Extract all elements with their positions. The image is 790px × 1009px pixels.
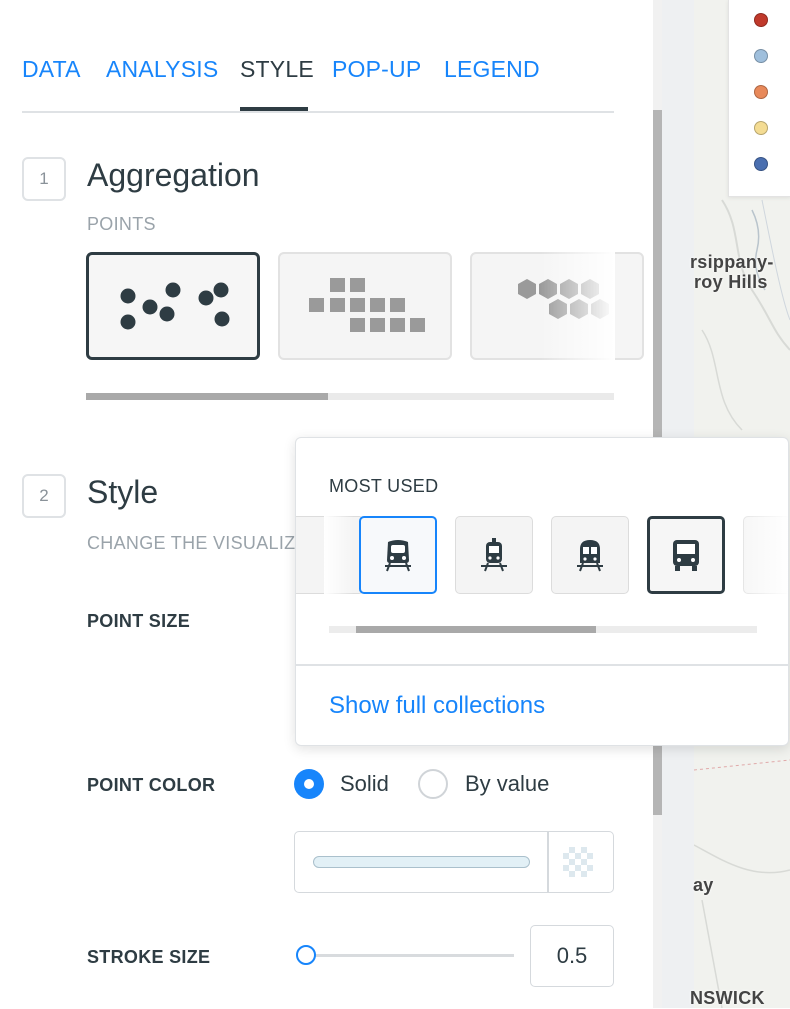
icon-option-tram[interactable]: [455, 516, 533, 594]
popup-scroll-fade-right: [726, 510, 788, 600]
color-field-divider: [547, 832, 549, 892]
stroke-size-label: STROKE SIZE: [87, 947, 211, 967]
stroke-size-slider-track[interactable]: [306, 954, 514, 957]
section-title-aggregation: Aggregation: [87, 157, 260, 193]
icon-option-metro[interactable]: [551, 516, 629, 594]
section-subtitle-style: CHANGE THE VISUALIZ: [87, 533, 296, 553]
active-tab-indicator: [240, 107, 308, 111]
color-by-value-label: By value: [465, 771, 550, 796]
legend-dot-blue: [754, 157, 768, 171]
metro-icon: [577, 540, 603, 572]
map-label-troy-hills: roy Hills: [694, 272, 768, 292]
legend-dot-yellow: [754, 121, 768, 135]
bus-icon: [673, 540, 699, 571]
legend-dot-red: [754, 13, 768, 27]
map-label-ay: ay: [693, 875, 714, 895]
squares-grid-icon: [309, 278, 425, 332]
popup-divider: [296, 664, 788, 666]
map-label-brunswick: NSWICK: [690, 988, 765, 1008]
tab-bar: DATA ANALYSIS STYLE POP-UP LEGEND: [22, 0, 614, 113]
legend-dot-orange: [754, 85, 768, 99]
aggregation-points-option[interactable]: [86, 252, 260, 360]
section-title-style: Style: [87, 474, 159, 510]
transparency-pattern-icon[interactable]: [563, 845, 597, 879]
step-number-2: 2: [22, 474, 66, 518]
point-color-label: POINT COLOR: [87, 775, 216, 795]
stroke-size-input[interactable]: 0.5: [530, 925, 614, 987]
legend-dot-lightblue: [754, 49, 768, 63]
map-label-parsippany: rsippany-: [690, 252, 774, 272]
aggregation-scroll-thumb[interactable]: [86, 393, 328, 400]
step-number-1: 1: [22, 157, 66, 201]
tab-data[interactable]: DATA: [22, 56, 81, 83]
color-swatch[interactable]: [313, 856, 530, 868]
marker-icon-popup: MOST USED Show full collections: [295, 437, 789, 746]
icon-option-train[interactable]: [359, 516, 437, 594]
show-full-collections-link[interactable]: Show full collections: [329, 692, 545, 720]
stroke-size-slider-handle[interactable]: [296, 945, 316, 965]
popup-scroll-thumb[interactable]: [356, 626, 596, 633]
tram-icon: [481, 538, 507, 572]
icon-option-bus[interactable]: [647, 516, 725, 594]
points-icon: [120, 282, 230, 330]
train-front-icon: [385, 540, 411, 572]
tab-style[interactable]: STYLE: [240, 56, 314, 83]
point-size-label: POINT SIZE: [87, 611, 191, 631]
popup-title-most-used: MOST USED: [329, 476, 439, 496]
color-solid-label: Solid: [340, 771, 389, 796]
aggregation-scroll-fade: [540, 245, 615, 365]
tab-legend[interactable]: LEGEND: [444, 56, 540, 83]
tab-popup[interactable]: POP-UP: [332, 56, 421, 83]
popup-scroll-fade-left: [324, 510, 354, 600]
color-solid-radio[interactable]: [294, 769, 324, 799]
color-by-value-radio[interactable]: [418, 769, 448, 799]
tab-analysis[interactable]: ANALYSIS: [106, 56, 218, 83]
aggregation-squares-option[interactable]: [278, 252, 452, 360]
section-subtitle-points: POINTS: [87, 214, 156, 234]
